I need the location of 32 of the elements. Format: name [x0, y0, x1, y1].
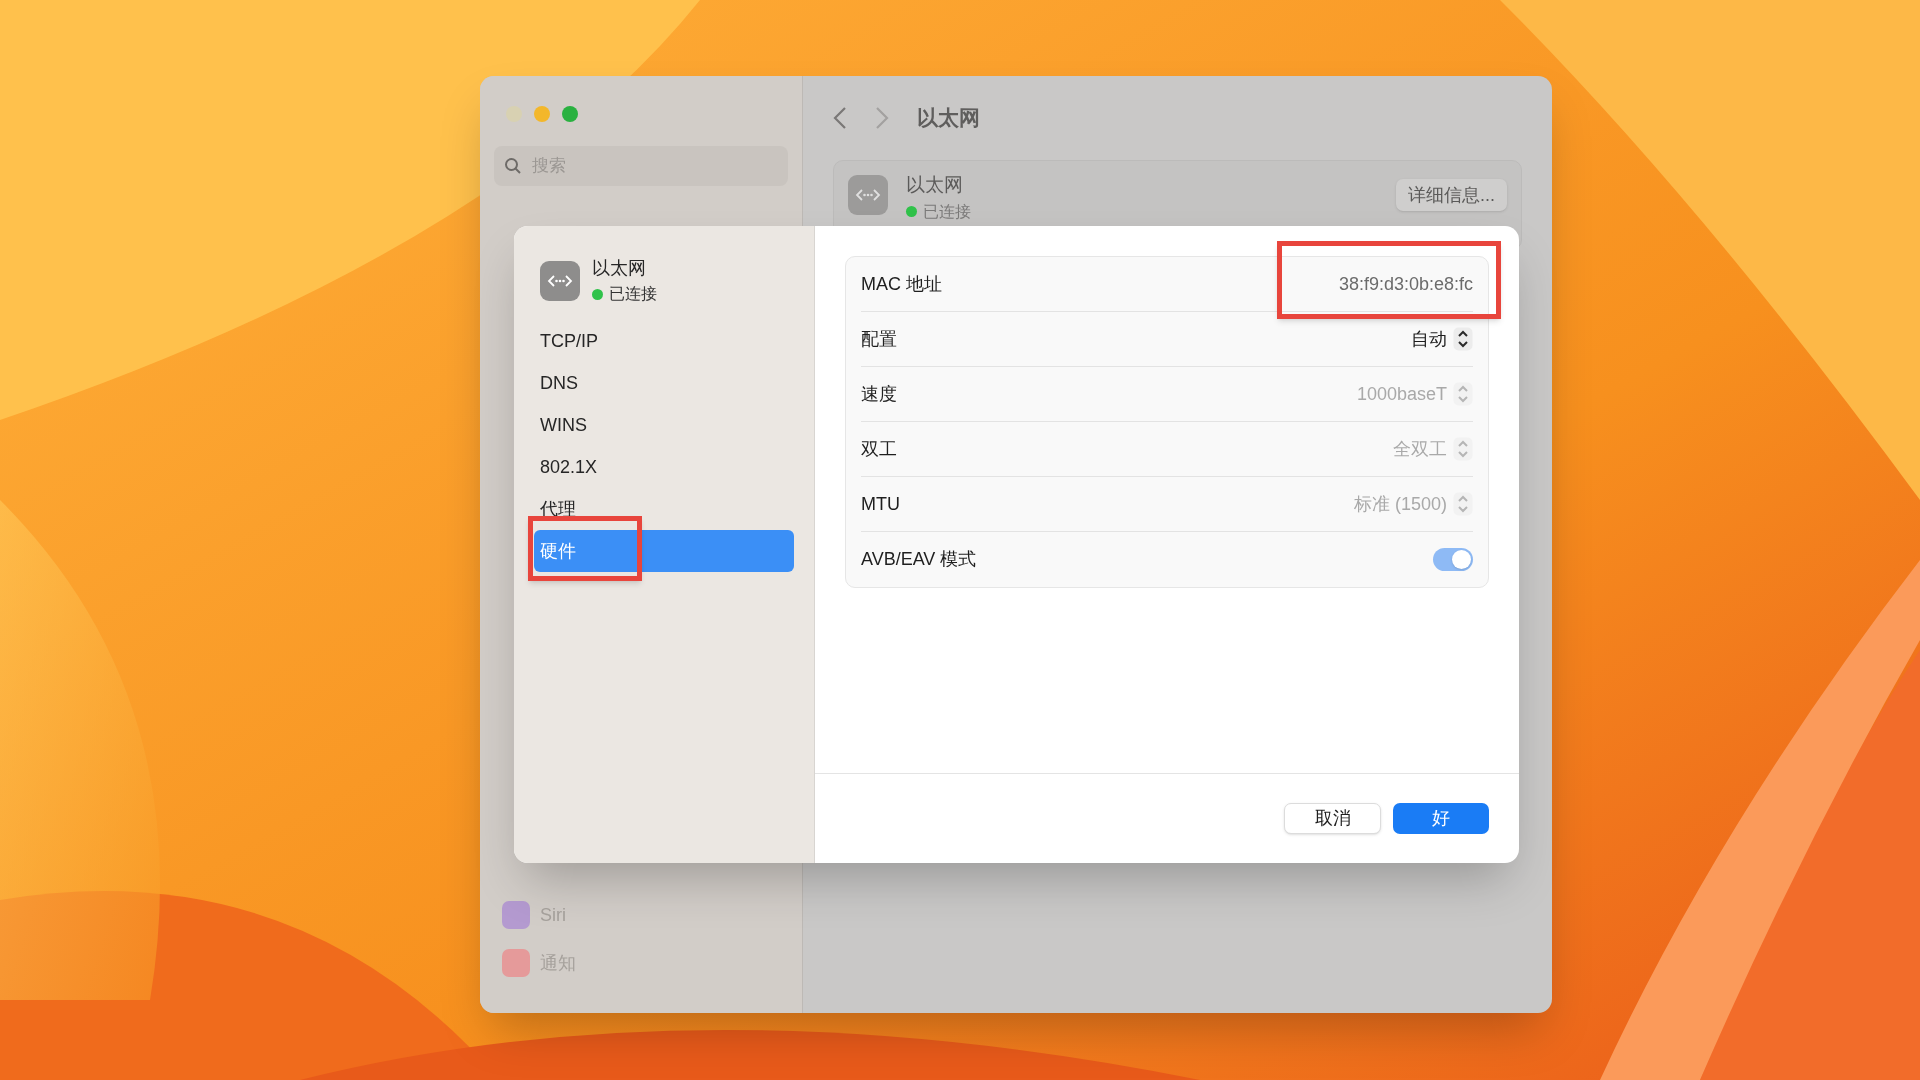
window-title: 以太网 — [917, 105, 980, 132]
setting-label: 配置 — [861, 327, 897, 351]
ethernet-icon — [540, 260, 580, 301]
details-button[interactable]: 详细信息... — [1396, 179, 1507, 211]
popup-button[interactable]: 自动 — [1411, 325, 1473, 353]
nav-item[interactable]: 硬件 — [534, 530, 794, 572]
nav-item[interactable]: TCP/IP — [534, 320, 794, 362]
service-name: 以太网 — [906, 173, 964, 197]
back-icon[interactable] — [833, 106, 847, 130]
stepper-icon — [1453, 382, 1473, 406]
cancel-button[interactable]: 取消 — [1284, 803, 1381, 834]
nav-item[interactable]: WINS — [534, 404, 794, 446]
stepper-icon — [1453, 327, 1473, 351]
stepper-icon — [1453, 437, 1473, 461]
ethernet-icon — [848, 175, 888, 215]
setting-label: AVB/EAV 模式 — [861, 548, 977, 571]
nav-item[interactable]: 802.1X — [534, 446, 794, 488]
ok-button[interactable]: 好 — [1393, 803, 1489, 834]
status-text: 已连接 — [609, 284, 657, 304]
nav-item[interactable]: DNS — [534, 362, 794, 404]
status-text: 已连接 — [923, 201, 971, 222]
setting-label: MAC 地址 — [861, 272, 942, 296]
setting-label: 速度 — [861, 382, 897, 406]
mac-address-value: 38:f9:d3:0b:e8:fc — [1338, 272, 1473, 296]
minimize-icon[interactable] — [534, 106, 550, 122]
setting-label: MTU — [861, 492, 900, 516]
zoom-icon[interactable] — [562, 106, 578, 122]
stepper-icon — [1453, 492, 1473, 516]
forward-icon[interactable] — [875, 106, 889, 130]
search-icon — [504, 157, 522, 175]
setting-label: 双工 — [861, 437, 897, 461]
service-name: 以太网 — [592, 257, 647, 280]
